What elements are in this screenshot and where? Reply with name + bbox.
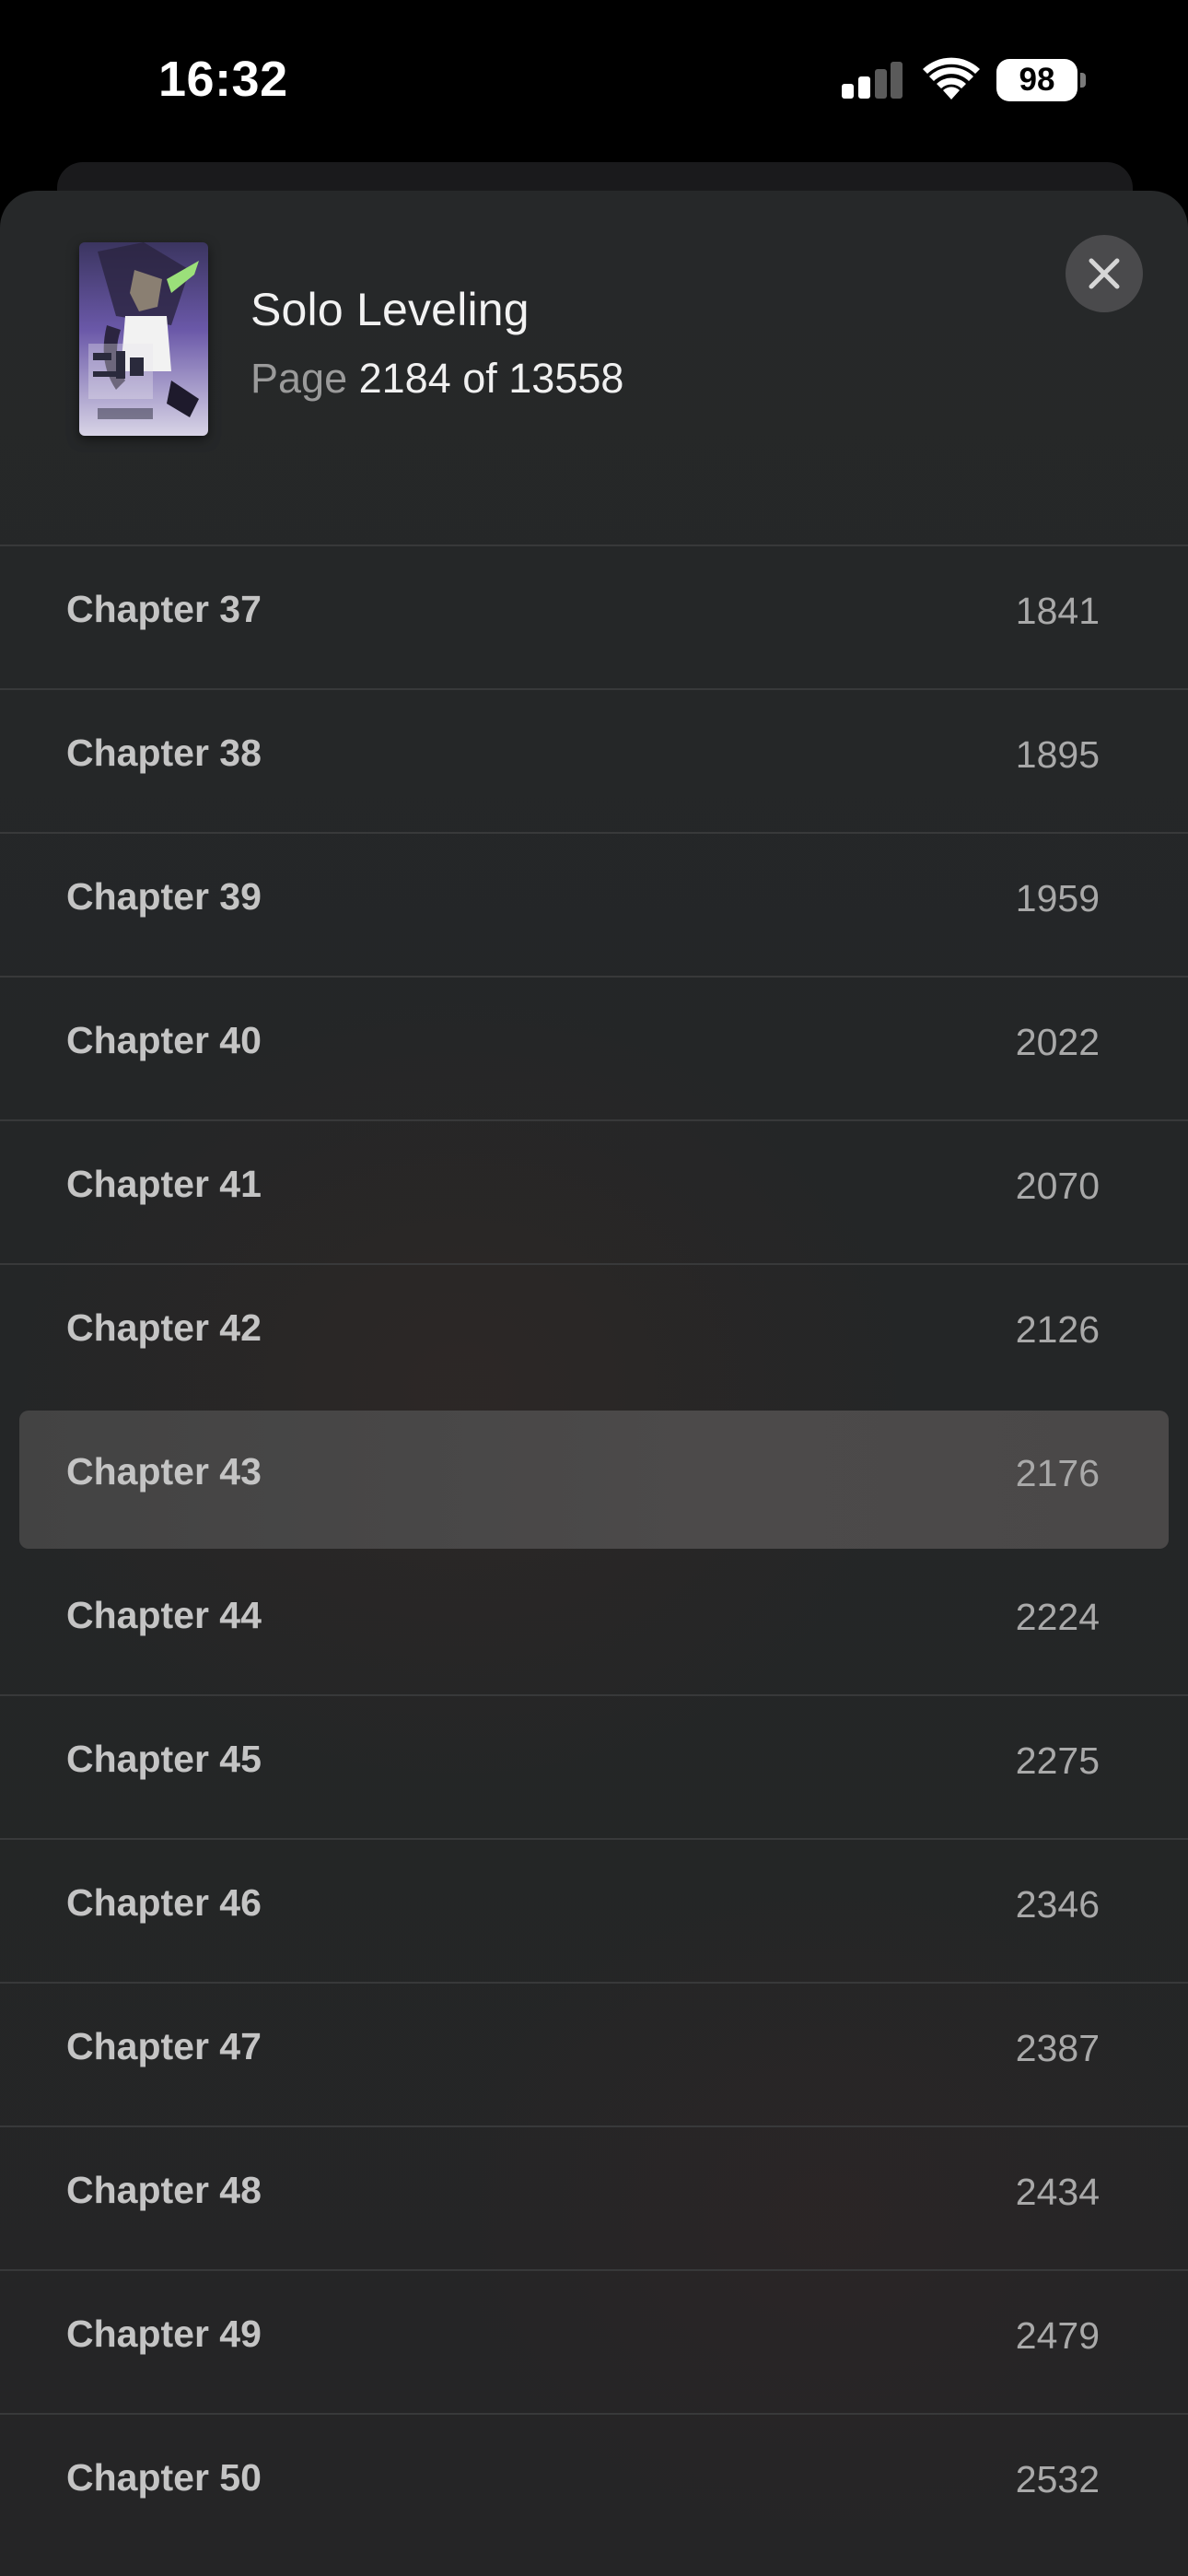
chapter-row-current[interactable]: Chapter 43 2176: [0, 1407, 1188, 1551]
battery-level: 98: [1019, 62, 1055, 98]
cover-art: [79, 242, 208, 436]
status-bar: 16:32 98: [0, 0, 1188, 157]
book-progress: Page 2184 of 13558: [250, 355, 623, 403]
chapter-page-number: 2176: [1015, 1452, 1100, 1494]
signal-icon: [842, 62, 903, 99]
chapter-name: Chapter 42: [66, 1306, 262, 1349]
chapter-list: Chapter 37 1841 Chapter 38 1895 Chapter 39 19…: [0, 544, 1188, 2557]
chapter-name: Chapter 45: [66, 1738, 262, 1780]
chapter-row[interactable]: Chapter 45 2275: [0, 1694, 1188, 1838]
chapter-row[interactable]: Chapter 44 2224: [0, 1551, 1188, 1694]
chapter-name: Chapter 38: [66, 732, 262, 774]
battery-icon: 98: [996, 59, 1077, 101]
chapter-row[interactable]: Chapter 40 2022: [0, 976, 1188, 1119]
sheet-header: Solo Leveling Page 2184 of 13558: [0, 191, 1188, 544]
chapter-row[interactable]: Chapter 37 1841: [0, 544, 1188, 688]
status-time: 16:32: [158, 52, 288, 107]
chapter-row[interactable]: Chapter 38 1895: [0, 688, 1188, 832]
chapter-page-number: 2434: [1015, 2171, 1100, 2213]
chapter-row[interactable]: Chapter 42 2126: [0, 1263, 1188, 1407]
chapter-name: Chapter 49: [66, 2313, 262, 2355]
chapter-page-number: 2126: [1015, 1308, 1100, 1351]
chapter-name: Chapter 40: [66, 1019, 262, 1061]
wifi-icon: [923, 57, 980, 100]
chapter-row[interactable]: Chapter 46 2346: [0, 1838, 1188, 1982]
chapter-page-number: 1841: [1015, 590, 1100, 632]
close-button[interactable]: [1066, 235, 1143, 312]
book-cover-image: [79, 242, 208, 436]
chapter-name: Chapter 50: [66, 2456, 262, 2499]
current-page: 2184 of 13558: [358, 355, 624, 402]
chapter-row[interactable]: Chapter 47 2387: [0, 1982, 1188, 2125]
chapter-row[interactable]: Chapter 49 2479: [0, 2269, 1188, 2413]
chapter-page-number: 2275: [1015, 1739, 1100, 1782]
book-title: Solo Leveling: [250, 284, 530, 335]
chapter-name: Chapter 43: [66, 1450, 262, 1493]
chapter-name: Chapter 46: [66, 1881, 262, 1924]
chapter-name: Chapter 44: [66, 1594, 262, 1636]
chapter-page-number: 2479: [1015, 2314, 1100, 2357]
chapter-page-number: 1959: [1015, 877, 1100, 919]
chapter-page-number: 2022: [1015, 1021, 1100, 1063]
chapter-row[interactable]: Chapter 50 2532: [0, 2413, 1188, 2557]
chapter-page-number: 2346: [1015, 1883, 1100, 1926]
chapter-name: Chapter 37: [66, 588, 262, 630]
chapter-name: Chapter 47: [66, 2025, 262, 2067]
chapter-page-number: 2532: [1015, 2458, 1100, 2500]
battery-nub: [1080, 73, 1086, 88]
chapter-row[interactable]: Chapter 39 1959: [0, 832, 1188, 976]
chapters-sheet: Solo Leveling Page 2184 of 13558 Chapter…: [0, 191, 1188, 2576]
page-label: Page: [250, 355, 348, 402]
close-icon: [1089, 258, 1120, 289]
chapter-page-number: 1895: [1015, 733, 1100, 776]
chapter-row[interactable]: Chapter 48 2434: [0, 2125, 1188, 2269]
chapter-page-number: 2070: [1015, 1165, 1100, 1207]
chapter-name: Chapter 48: [66, 2169, 262, 2211]
screen: 16:32 98 Solo Leveling Page 2184 of 1355…: [0, 0, 1188, 2576]
chapter-page-number: 2224: [1015, 1596, 1100, 1638]
chapter-page-number: 2387: [1015, 2027, 1100, 2069]
chapter-name: Chapter 39: [66, 875, 262, 918]
chapter-row[interactable]: Chapter 41 2070: [0, 1119, 1188, 1263]
chapter-name: Chapter 41: [66, 1163, 262, 1205]
